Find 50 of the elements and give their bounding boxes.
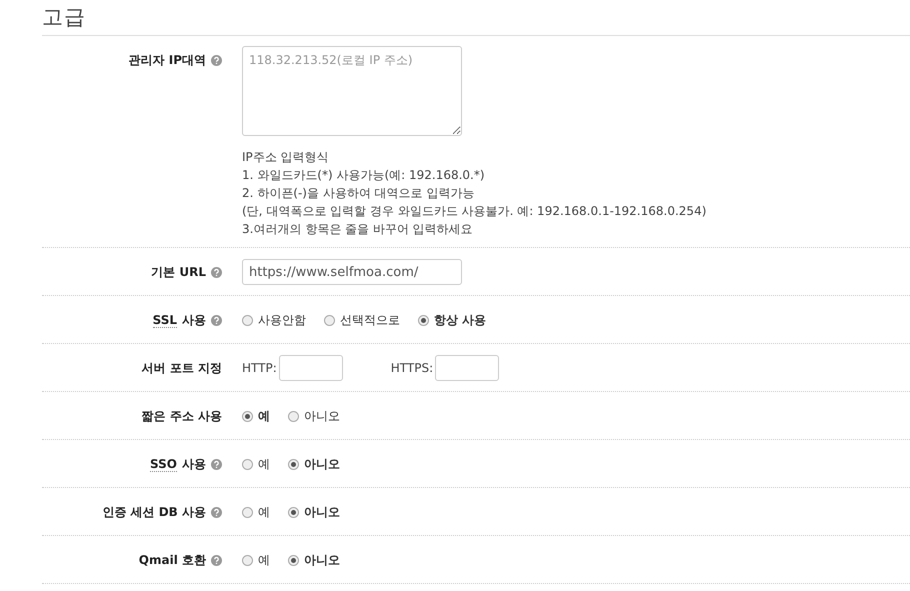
field-label: 서버 포트 지정 xyxy=(142,360,222,376)
help-text: (단, 대역폭으로 입력할 경우 와일드카드 사용불가. 예: 192.168.0.1-192.168.0.254) xyxy=(242,203,708,220)
help-icon[interactable] xyxy=(211,554,222,566)
radio-label[interactable]: 아니오 xyxy=(304,504,340,520)
field-label: 짧은 주소 사용 xyxy=(142,408,222,424)
radio-label[interactable]: 항상 사용 xyxy=(434,312,486,328)
radio-label[interactable]: 사용안함 xyxy=(258,312,306,328)
radio-label[interactable]: 아니오 xyxy=(304,456,340,472)
port-label: HTTP: xyxy=(242,361,277,375)
port-label: HTTPS: xyxy=(390,361,434,375)
abbreviation: SSO xyxy=(150,456,177,472)
help-text: 2. 하이픈(-)을 사용하여 대역으로 입력가능 xyxy=(242,185,476,202)
field-label: 인증 세션 DB 사용 xyxy=(102,504,206,520)
radio-button[interactable] xyxy=(324,314,335,326)
port-input[interactable] xyxy=(435,355,500,381)
radio-label[interactable]: 예 xyxy=(258,504,270,520)
help-icon[interactable] xyxy=(211,458,222,470)
radio-button[interactable] xyxy=(242,506,253,518)
url-input[interactable]: https://www.selfmoa.com/ xyxy=(242,259,462,285)
help-icon[interactable] xyxy=(211,506,222,518)
radio-button[interactable] xyxy=(242,554,253,566)
help-text: 3.여러개의 항목은 줄을 바꾸어 입력하세요 xyxy=(242,221,474,238)
help-icon[interactable] xyxy=(211,314,222,326)
field-label: 관리자 IP대역 xyxy=(128,52,206,68)
radio-label[interactable]: 선택적으로 xyxy=(340,312,400,328)
radio-button[interactable] xyxy=(242,314,253,326)
radio-button[interactable] xyxy=(288,410,299,422)
radio-button[interactable] xyxy=(418,314,429,326)
radio-label[interactable]: 아니오 xyxy=(304,408,340,424)
help-icon[interactable] xyxy=(211,266,222,278)
radio-button[interactable] xyxy=(288,506,299,518)
radio-button[interactable] xyxy=(242,410,253,422)
radio-label[interactable]: 예 xyxy=(258,456,270,472)
help-text: 1. 와일드카드(*) 사용가능(예: 192.168.0.*) xyxy=(242,167,486,184)
field-label: 사용 xyxy=(182,312,206,328)
radio-label[interactable]: 예 xyxy=(258,552,270,568)
field-label: 사용 xyxy=(182,456,206,472)
field-label: Qmail 호환 xyxy=(138,552,206,568)
field-label: 기본 URL xyxy=(151,264,206,280)
help-icon[interactable] xyxy=(211,54,222,66)
help-text: IP주소 입력형식 xyxy=(242,149,330,166)
radio-button[interactable] xyxy=(242,458,253,470)
radio-label[interactable]: 아니오 xyxy=(304,552,340,568)
abbreviation: SSL xyxy=(152,312,177,328)
radio-button[interactable] xyxy=(288,458,299,470)
ip-range-textarea[interactable]: 118.32.213.52(로컬 IP 주소) xyxy=(242,46,462,136)
section-heading: 고급 xyxy=(42,0,910,36)
radio-label[interactable]: 예 xyxy=(258,408,270,424)
radio-button[interactable] xyxy=(288,554,299,566)
port-input[interactable] xyxy=(278,355,343,381)
